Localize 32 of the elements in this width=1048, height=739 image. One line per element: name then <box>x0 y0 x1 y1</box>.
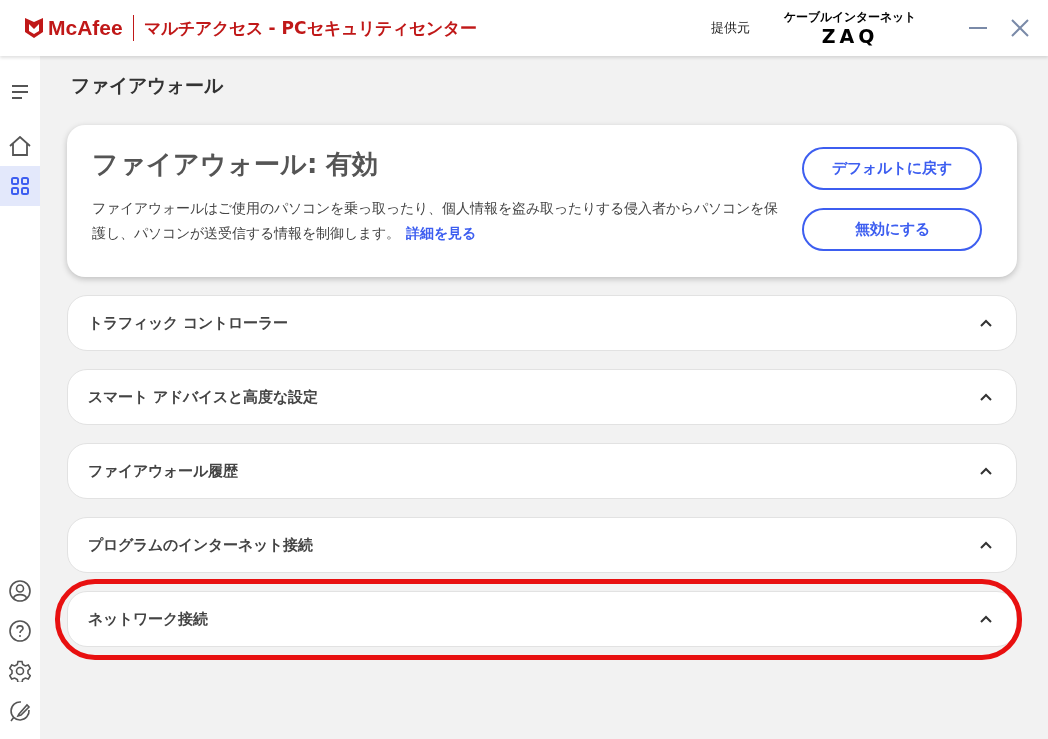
accordion-section[interactable]: トラフィック コントローラー <box>67 295 1017 351</box>
home-icon <box>9 136 31 156</box>
accordion-section[interactable]: ファイアウォール履歴 <box>67 443 1017 499</box>
chevron-up-icon <box>980 541 992 549</box>
chevron-up-icon <box>980 467 992 475</box>
grid-icon <box>11 177 29 195</box>
action-button[interactable]: デフォルトに戻す <box>802 147 982 190</box>
status-description: ファイアウォールはご使用のパソコンを乗っ取ったり、個人情報を盗み取ったりする侵入者からパソコンを保護し、パソコンが送受信する情報を制御します。 詳細を見る <box>92 199 779 243</box>
chevron-up-icon <box>980 319 992 327</box>
feedback-icon <box>9 700 31 722</box>
shield-logo-icon <box>24 17 44 39</box>
chevron-up-icon <box>980 393 992 401</box>
settings-icon <box>9 660 31 682</box>
minimize-icon <box>968 27 988 29</box>
provider-logo: ZAQ <box>821 24 879 47</box>
account-icon <box>9 580 31 602</box>
close-icon <box>1010 18 1030 38</box>
help-icon <box>9 620 31 642</box>
status-title: ファイアウォール: 有効 <box>92 148 380 181</box>
action-button[interactable]: 無効にする <box>802 208 982 251</box>
sidebar-item[interactable] <box>0 166 40 206</box>
details-link[interactable]: 詳細を見る <box>406 225 476 241</box>
page-title: ファイアウォール <box>71 73 224 98</box>
accordion-section[interactable]: ネットワーク接続 <box>67 591 1017 647</box>
brand-name: McAfee <box>48 16 123 40</box>
menu-icon <box>11 84 29 100</box>
provider-label: 提供元 <box>711 19 750 37</box>
accordion-section[interactable]: スマート アドバイスと高度な設定 <box>67 369 1017 425</box>
chevron-up-icon <box>980 615 992 623</box>
accordion-section[interactable]: プログラムのインターネット接続 <box>67 517 1017 573</box>
window-title: マルチアクセス - PCセキュリティセンター <box>143 16 478 40</box>
provider-tagline: ケーブルインターネット <box>784 9 916 25</box>
